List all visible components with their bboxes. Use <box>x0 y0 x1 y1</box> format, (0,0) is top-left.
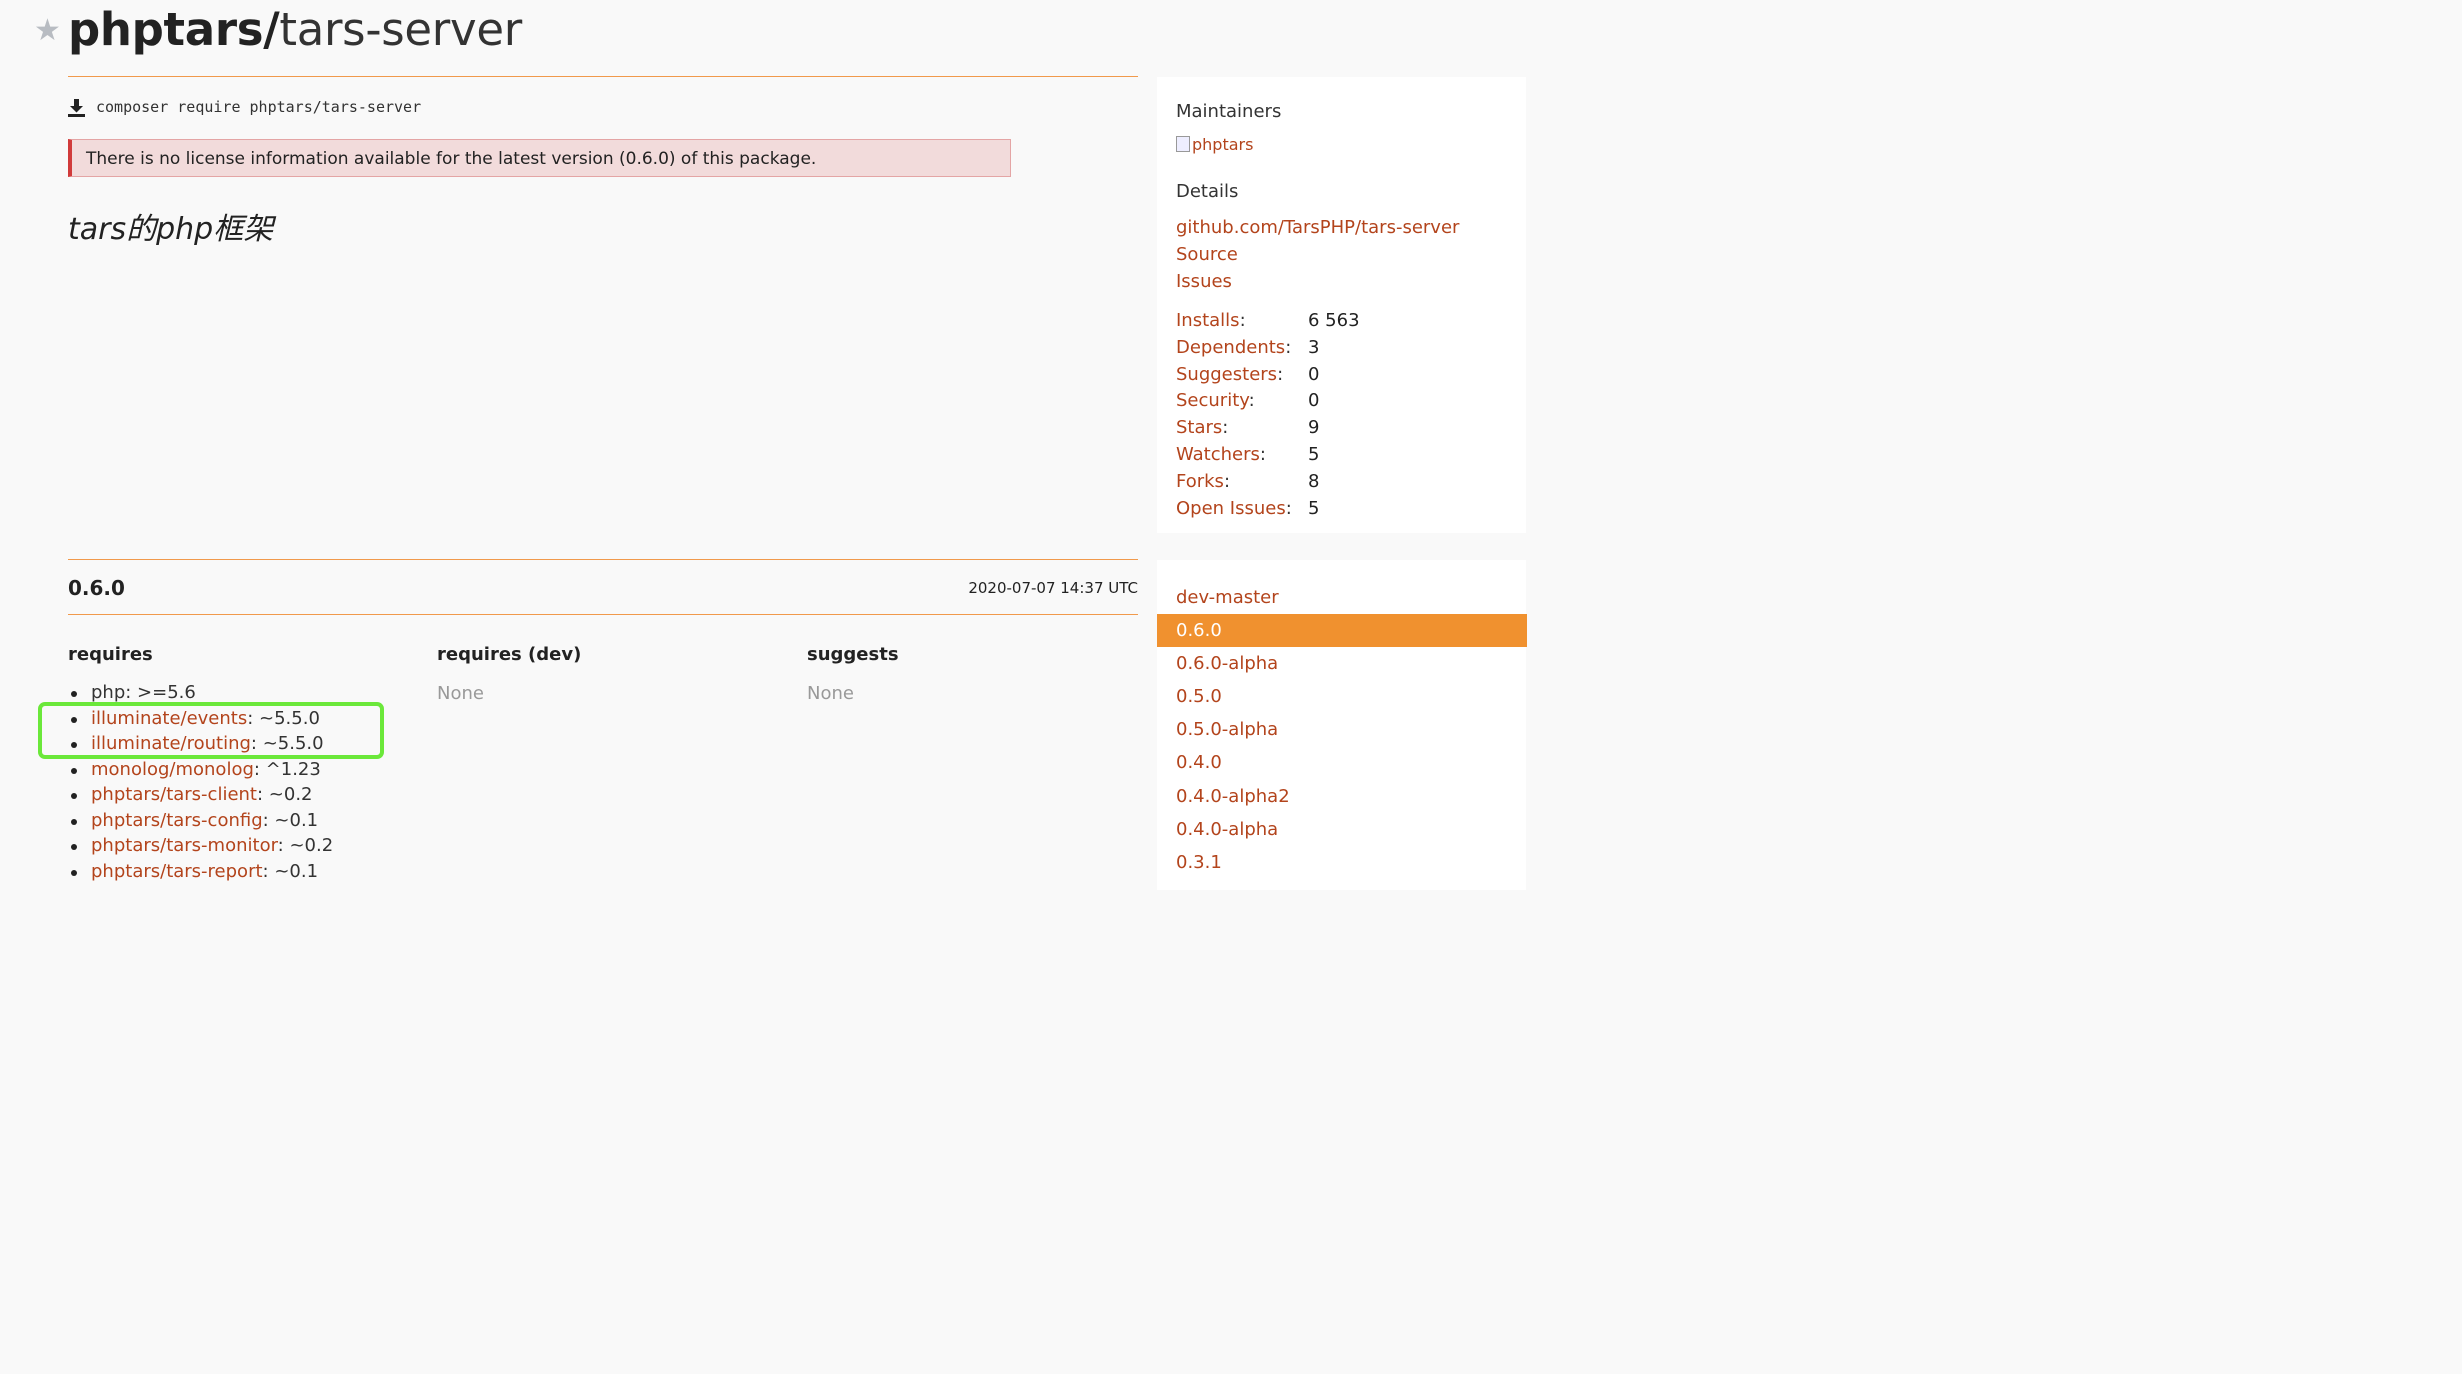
requirement-item: phptars/tars-config: ~0.1 <box>68 809 333 835</box>
source-link[interactable]: Source <box>1176 243 1238 267</box>
package-description: tars的php框架 <box>68 212 274 247</box>
requires-dev-heading: requires (dev) <box>437 644 582 665</box>
requirement-constraint: : ~0.2 <box>257 784 313 805</box>
requirement-item: phptars/tars-report: ~0.1 <box>68 860 333 886</box>
repository-link[interactable]: github.com/TarsPHP/tars-server <box>1176 216 1459 240</box>
stat-label-link[interactable]: Stars <box>1176 417 1222 438</box>
requirement-constraint: : ~0.1 <box>262 809 319 831</box>
vendor-name[interactable]: phptars/ <box>68 3 280 56</box>
requirement-link[interactable]: phptars/tars-client <box>91 784 257 805</box>
stat-value: 0 <box>1308 363 1320 385</box>
version-item[interactable]: 0.5.0-alpha <box>1157 713 1527 746</box>
version-top-divider <box>68 559 1138 560</box>
version-item[interactable]: 0.6.0-alpha <box>1157 647 1527 680</box>
version-name: 0.6.0 <box>68 576 125 600</box>
version-item[interactable]: 0.5.0 <box>1157 680 1527 713</box>
stat-value: 9 <box>1308 417 1320 439</box>
requires-heading: requires <box>68 644 153 665</box>
download-icon <box>68 99 85 117</box>
suggests-none: None <box>807 683 854 704</box>
stat-label-link[interactable]: Watchers <box>1176 444 1260 465</box>
highlight-annotation <box>38 702 384 759</box>
favorite-star-icon[interactable]: ★ <box>34 16 61 46</box>
version-item[interactable]: dev-master <box>1157 581 1527 614</box>
maintainer-avatar[interactable]: phptars <box>1176 134 1253 156</box>
requirement-item: phptars/tars-monitor: ~0.2 <box>68 834 333 860</box>
requirement-link[interactable]: phptars/tars-monitor <box>91 835 278 856</box>
requirement-link[interactable]: monolog/monolog <box>91 759 254 780</box>
stat-value: 8 <box>1308 470 1320 492</box>
requirement-name: php <box>91 682 126 703</box>
page-title: phptars/tars-server <box>68 2 522 58</box>
requirement-constraint: : >=5.6 <box>125 682 196 703</box>
version-item[interactable]: 0.4.0-alpha <box>1157 813 1527 846</box>
requirement-item: phptars/tars-client: ~0.2 <box>68 783 333 809</box>
version-item[interactable]: 0.4.0 <box>1157 746 1527 779</box>
version-item-active[interactable]: 0.6.0 <box>1157 614 1527 648</box>
version-item[interactable]: 0.4.0-alpha2 <box>1157 780 1527 813</box>
version-item[interactable]: 0.3.1 <box>1157 846 1527 879</box>
stat-label-link[interactable]: Suggesters <box>1176 364 1277 385</box>
stat-value: 6 563 <box>1308 310 1360 331</box>
install-command[interactable]: composer require phptars/tars-server <box>96 96 421 118</box>
package-name: tars-server <box>279 3 522 56</box>
issues-link[interactable]: Issues <box>1176 270 1232 294</box>
version-date: 2020-07-07 14:37 UTC <box>968 579 1138 597</box>
maintainer-name: phptars <box>1192 135 1254 154</box>
stat-label-link[interactable]: Security <box>1176 390 1249 411</box>
version-list: dev-master 0.6.0 0.6.0-alpha 0.5.0 0.5.0… <box>1157 581 1527 879</box>
stat-value: 3 <box>1308 336 1320 358</box>
maintainers-heading: Maintainers <box>1176 101 1282 122</box>
requirement-link[interactable]: phptars/tars-report <box>91 861 263 882</box>
stat-label-link[interactable]: Dependents <box>1176 337 1285 358</box>
requirement-constraint: : ~0.2 <box>277 835 334 856</box>
requirement-link[interactable]: phptars/tars-config <box>91 810 263 831</box>
requires-dev-none: None <box>437 683 484 704</box>
requirement-constraint: : ~0.1 <box>262 860 319 882</box>
stat-value: 0 <box>1308 390 1320 412</box>
license-alert: There is no license information availabl… <box>68 139 1011 177</box>
stat-value: 5 <box>1308 443 1320 465</box>
stat-value: 5 <box>1308 497 1320 519</box>
broken-image-icon <box>1176 136 1190 152</box>
license-alert-text: There is no license information availabl… <box>86 149 817 169</box>
stat-label-link[interactable]: Open Issues <box>1176 498 1286 519</box>
stat-label-link[interactable]: Installs <box>1176 310 1240 331</box>
version-bottom-divider <box>68 614 1138 615</box>
header-divider <box>68 76 1138 77</box>
stat-label-link[interactable]: Forks <box>1176 471 1224 492</box>
details-heading: Details <box>1176 181 1239 202</box>
suggests-heading: suggests <box>807 644 899 665</box>
requirement-item: monolog/monolog: ^1.23 <box>68 758 333 784</box>
requirement-constraint: : ^1.23 <box>253 758 321 780</box>
